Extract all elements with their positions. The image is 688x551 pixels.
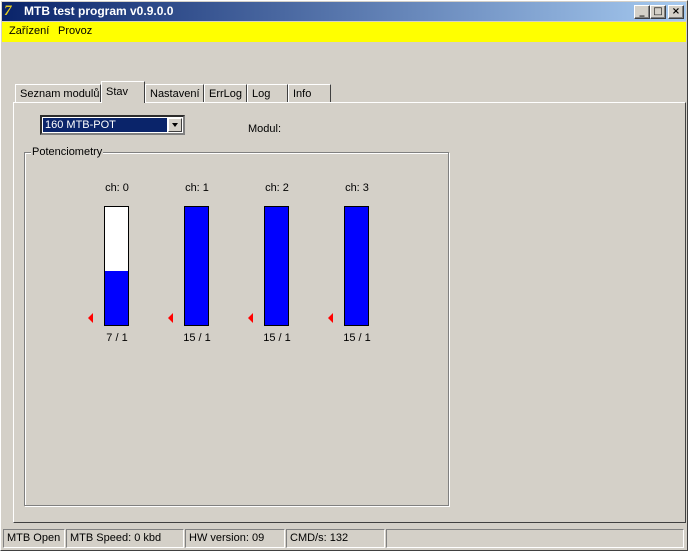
tab-errlog[interactable]: ErrLog	[204, 84, 247, 102]
status-hw-version: HW version: 09	[185, 529, 285, 548]
close-button[interactable]: ×	[668, 5, 684, 19]
status-connection: MTB Open	[3, 529, 65, 548]
menu-zarizeni[interactable]: Zařízení	[9, 25, 49, 37]
status-bar: MTB Open MTB Speed: 0 kbd HW version: 09…	[2, 529, 686, 549]
minimize-button[interactable]: _	[634, 5, 650, 19]
maximize-button[interactable]: □	[650, 5, 666, 19]
tab-page-stav	[13, 102, 686, 523]
tab-nastaveni[interactable]: Nastavení	[145, 84, 204, 102]
tab-info[interactable]: Info	[288, 84, 331, 102]
status-extra	[386, 529, 684, 548]
tab-stav[interactable]: Stav	[101, 81, 145, 103]
app-icon: 7	[4, 3, 12, 19]
status-speed: MTB Speed: 0 kbd	[66, 529, 184, 548]
menu-bar: Zařízení Provoz	[2, 22, 686, 42]
title-bar[interactable]: 7 MTB test program v0.9.0.0 _ □ ×	[2, 2, 686, 21]
menu-provoz[interactable]: Provoz	[58, 25, 92, 37]
tab-seznam-modulu[interactable]: Seznam modulů	[15, 84, 101, 102]
window-title: MTB test program v0.9.0.0	[24, 4, 174, 18]
status-cmd-rate: CMD/s: 132	[286, 529, 385, 548]
tab-log[interactable]: Log	[247, 84, 288, 102]
